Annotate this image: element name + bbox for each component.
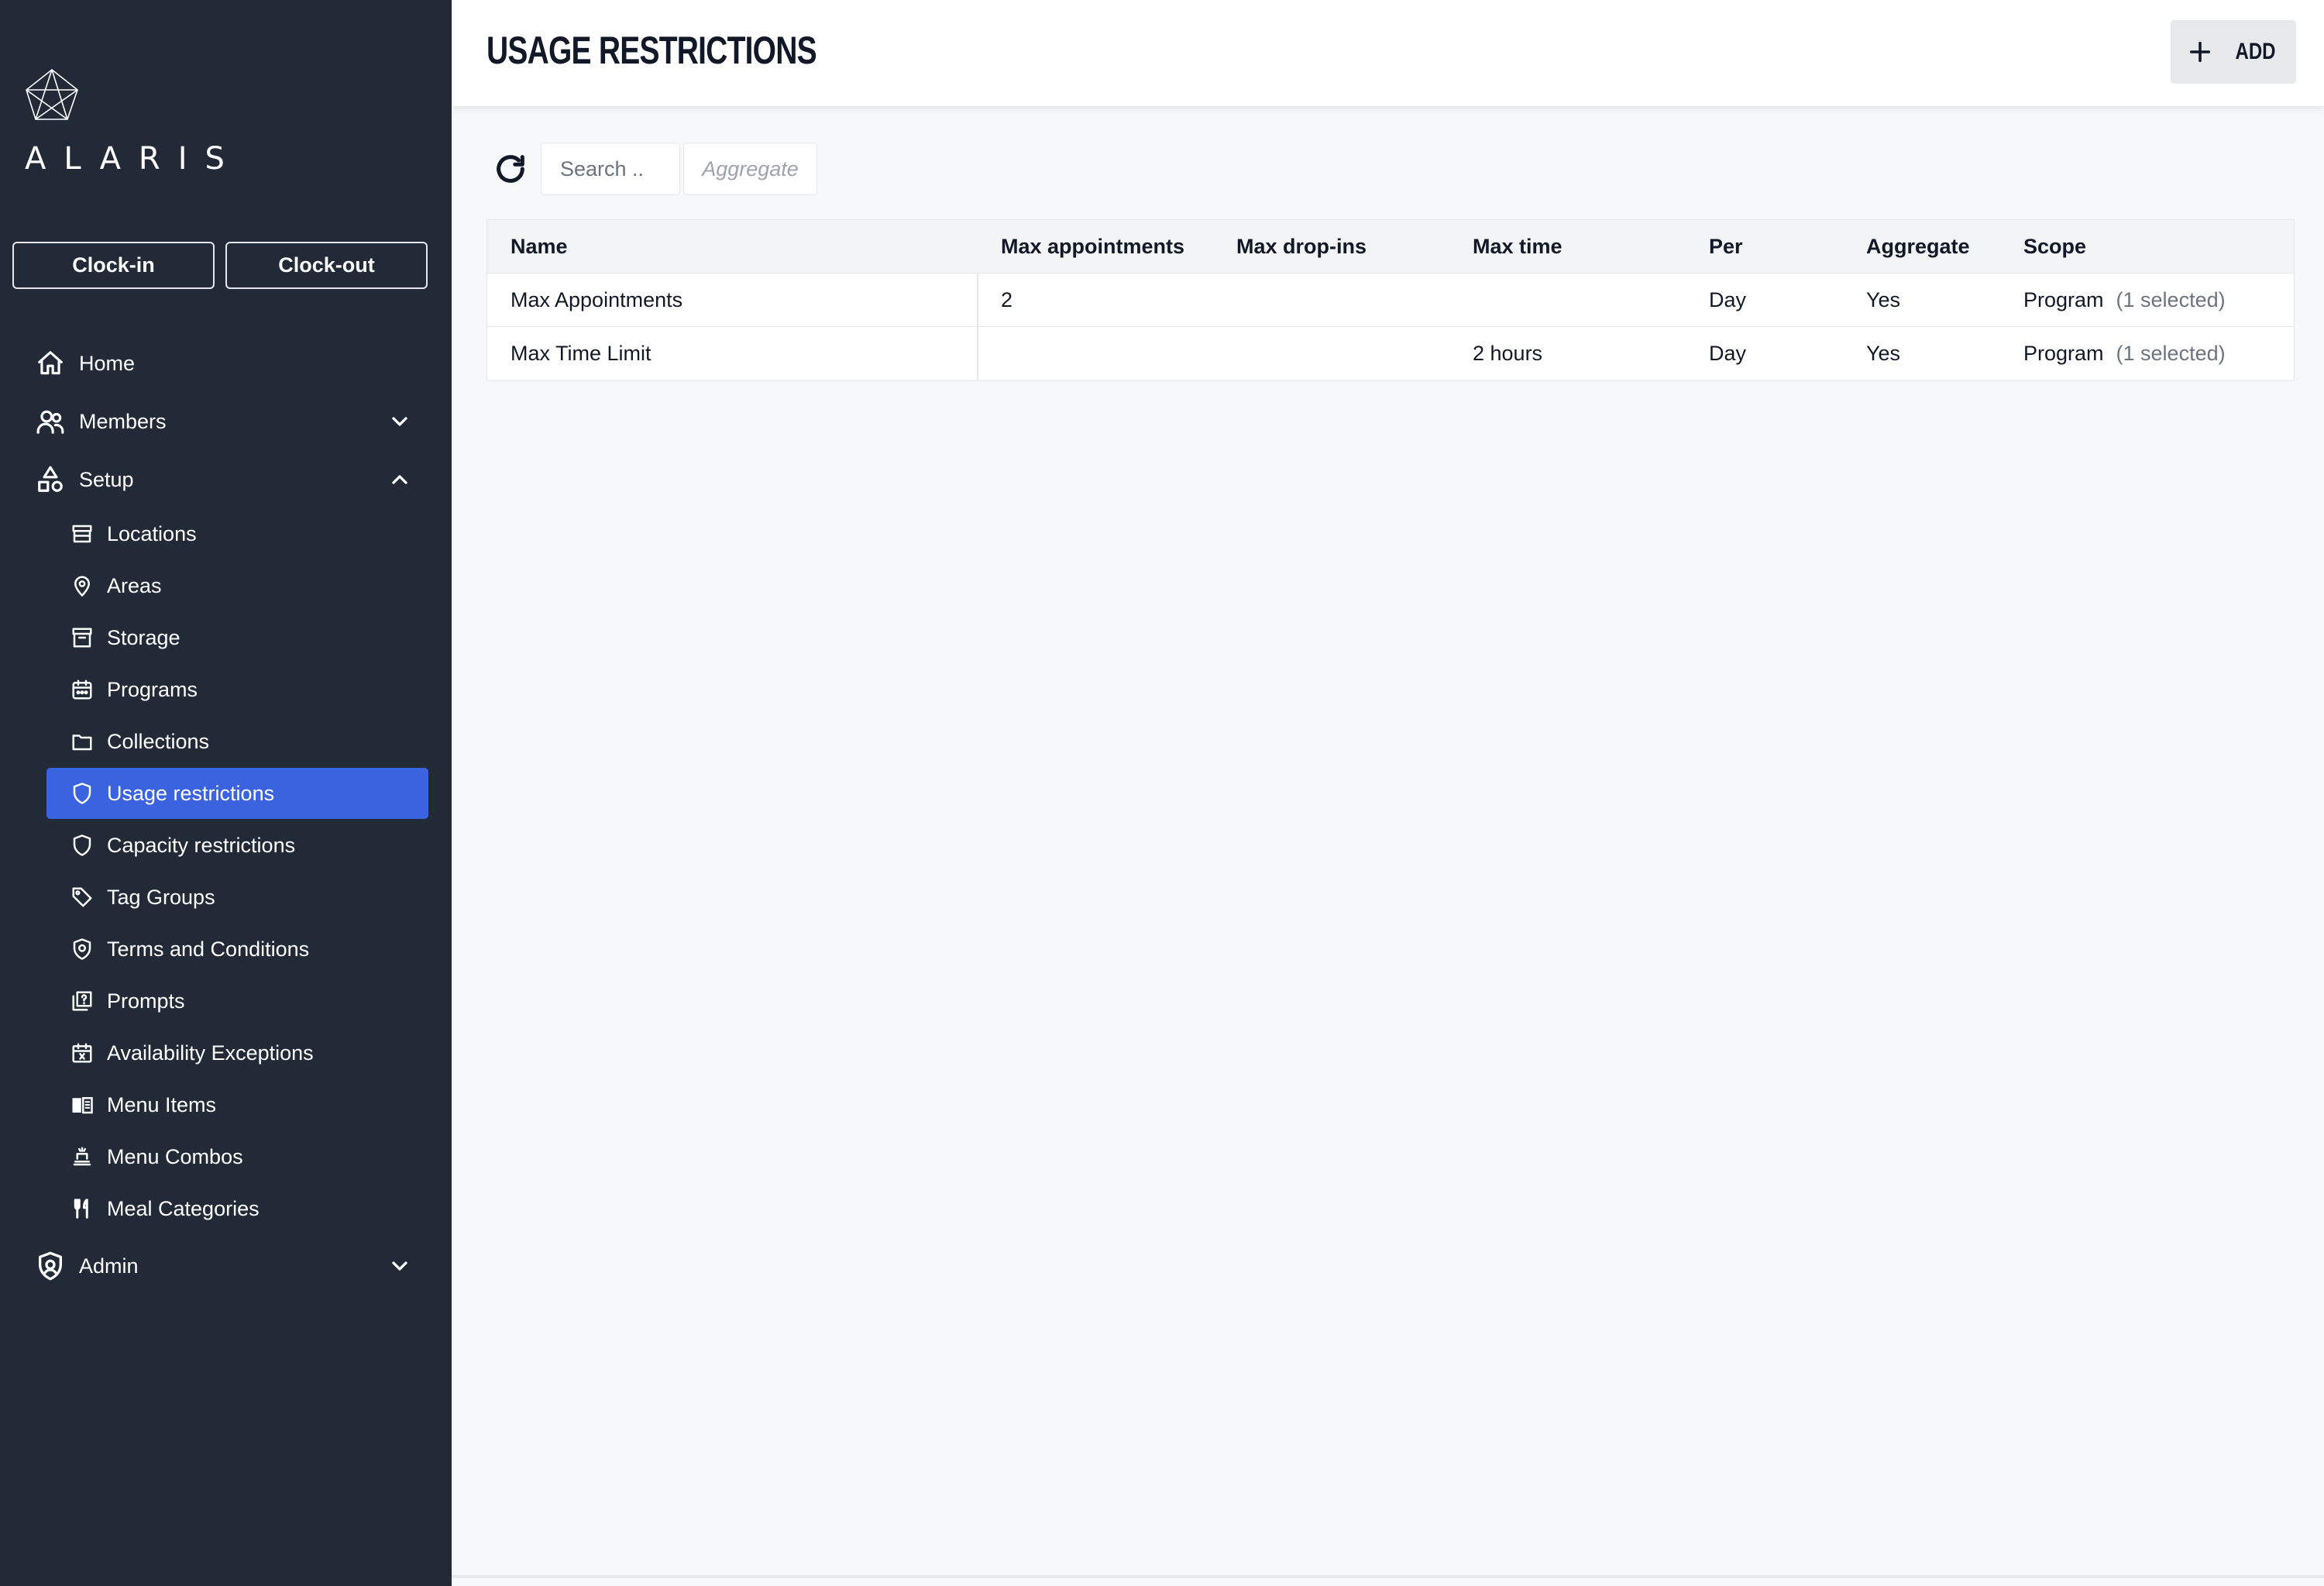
sidebar-item-label: Tag Groups bbox=[107, 885, 215, 909]
cell-per: Day bbox=[1709, 288, 1747, 311]
users-icon bbox=[34, 405, 67, 438]
cell-name: Max Appointments bbox=[511, 288, 683, 311]
cell-max-appointments: 2 bbox=[1001, 288, 1013, 311]
store-icon bbox=[70, 521, 95, 546]
nav-setup-label: Setup bbox=[79, 467, 134, 491]
sidebar-item-menu-items[interactable]: Menu Items bbox=[46, 1079, 428, 1130]
chevron-down-icon bbox=[392, 417, 407, 426]
sidebar-item-usage-restrictions[interactable]: Usage restrictions bbox=[46, 768, 428, 819]
nav-members[interactable]: Members bbox=[34, 398, 428, 445]
refresh-icon[interactable] bbox=[493, 151, 528, 187]
column-header-per[interactable]: Per bbox=[1709, 220, 1743, 274]
sidebar-item-collections[interactable]: Collections bbox=[46, 716, 428, 767]
aggregate-filter[interactable]: Aggregate bbox=[683, 143, 817, 195]
table-header-row: Name Max appointments Max drop-ins Max t… bbox=[487, 220, 2294, 274]
shield-icon bbox=[70, 833, 95, 858]
table-row[interactable]: Max Time Limit 2 hours Day Yes Program (… bbox=[487, 327, 2294, 380]
clock-out-button[interactable]: Clock-out bbox=[225, 242, 428, 289]
folder-icon bbox=[70, 729, 95, 754]
sidebar-item-label: Locations bbox=[107, 521, 197, 545]
sidebar: ALARIS Clock-in Clock-out Home Members S… bbox=[0, 0, 452, 1586]
plus-icon bbox=[2189, 41, 2210, 63]
shield-check-icon bbox=[70, 937, 95, 962]
admin-shield-icon bbox=[34, 1250, 67, 1282]
table-row[interactable]: Max Appointments 2 Day Yes Program (1 se… bbox=[487, 274, 2294, 327]
chevron-up-icon bbox=[392, 475, 407, 484]
archive-icon bbox=[70, 625, 95, 650]
tag-icon bbox=[70, 885, 95, 910]
page-header: USAGE RESTRICTIONS ADD bbox=[452, 0, 2324, 106]
chevron-down-icon bbox=[392, 1261, 407, 1271]
sidebar-item-label: Menu Combos bbox=[107, 1144, 243, 1168]
cell-aggregate: Yes bbox=[1866, 342, 1901, 365]
map-pin-icon bbox=[70, 573, 95, 598]
column-header-max-dropins[interactable]: Max drop-ins bbox=[1236, 220, 1367, 274]
bottom-divider bbox=[452, 1575, 2324, 1578]
cell-name: Max Time Limit bbox=[511, 342, 651, 365]
scope-value: Program bbox=[2023, 342, 2104, 365]
column-header-name[interactable]: Name bbox=[511, 220, 568, 274]
search-input[interactable] bbox=[541, 143, 680, 195]
logo-mark-icon bbox=[26, 68, 78, 120]
nav-home[interactable]: Home bbox=[34, 340, 428, 387]
sidebar-item-prompts[interactable]: Prompts bbox=[46, 975, 428, 1027]
prompt-icon bbox=[70, 989, 95, 1013]
sidebar-item-availability-exceptions[interactable]: Availability Exceptions bbox=[46, 1027, 428, 1079]
sidebar-item-label: Usage restrictions bbox=[107, 781, 275, 805]
cell-scope: Program (1 selected) bbox=[2023, 274, 2226, 327]
shapes-icon bbox=[34, 463, 67, 496]
sidebar-item-storage[interactable]: Storage bbox=[46, 612, 428, 663]
sidebar-item-terms-and-conditions[interactable]: Terms and Conditions bbox=[46, 924, 428, 975]
sidebar-item-label: Menu Items bbox=[107, 1092, 217, 1116]
sidebar-item-label: Collections bbox=[107, 729, 210, 753]
cell-max-time: 2 hours bbox=[1473, 342, 1543, 365]
clock-in-button[interactable]: Clock-in bbox=[12, 242, 215, 289]
scope-selected-count: (1 selected) bbox=[2116, 342, 2226, 365]
calendar-programs-icon bbox=[70, 677, 95, 702]
column-header-scope[interactable]: Scope bbox=[2023, 220, 2086, 274]
sidebar-item-label: Meal Categories bbox=[107, 1196, 260, 1220]
alaris-logo[interactable]: ALARIS bbox=[25, 68, 265, 177]
sidebar-item-capacity-restrictions[interactable]: Capacity restrictions bbox=[46, 820, 428, 871]
scope-selected-count: (1 selected) bbox=[2116, 288, 2226, 311]
usage-restrictions-table: Name Max appointments Max drop-ins Max t… bbox=[486, 219, 2295, 381]
add-button[interactable]: ADD bbox=[2171, 20, 2296, 84]
column-header-max-appointments[interactable]: Max appointments bbox=[1001, 220, 1184, 274]
sidebar-item-tag-groups[interactable]: Tag Groups bbox=[46, 872, 428, 923]
scope-value: Program bbox=[2023, 288, 2104, 311]
brand-name: ALARIS bbox=[25, 141, 242, 177]
menu-combo-icon bbox=[70, 1144, 95, 1169]
cell-scope: Program (1 selected) bbox=[2023, 327, 2226, 380]
cell-aggregate: Yes bbox=[1866, 288, 1901, 311]
shield-icon bbox=[70, 781, 95, 806]
sidebar-item-label: Programs bbox=[107, 677, 198, 701]
sidebar-item-menu-combos[interactable]: Menu Combos bbox=[46, 1131, 428, 1182]
sidebar-item-label: Prompts bbox=[107, 989, 185, 1013]
sidebar-item-programs[interactable]: Programs bbox=[46, 664, 428, 715]
page-title: USAGE RESTRICTIONS bbox=[486, 29, 817, 72]
nav-members-label: Members bbox=[79, 409, 167, 433]
sidebar-item-locations[interactable]: Locations bbox=[46, 508, 428, 559]
sidebar-item-label: Availability Exceptions bbox=[107, 1041, 314, 1065]
sidebar-item-label: Terms and Conditions bbox=[107, 937, 310, 961]
menu-book-icon bbox=[70, 1092, 95, 1117]
nav-admin-label: Admin bbox=[79, 1254, 139, 1278]
sidebar-item-label: Storage bbox=[107, 625, 180, 649]
sidebar-item-areas[interactable]: Areas bbox=[46, 560, 428, 611]
nav-home-label: Home bbox=[79, 351, 136, 375]
calendar-x-icon bbox=[70, 1041, 95, 1065]
cell-per: Day bbox=[1709, 342, 1747, 365]
sidebar-item-label: Capacity restrictions bbox=[107, 833, 296, 857]
utensils-icon bbox=[70, 1196, 95, 1221]
sidebar-item-label: Areas bbox=[107, 573, 162, 597]
nav-admin[interactable]: Admin bbox=[34, 1243, 428, 1289]
column-header-max-time[interactable]: Max time bbox=[1473, 220, 1563, 274]
home-icon bbox=[34, 347, 67, 380]
column-header-aggregate[interactable]: Aggregate bbox=[1866, 220, 1970, 274]
nav-setup[interactable]: Setup bbox=[34, 456, 428, 503]
add-button-label: ADD bbox=[2235, 39, 2275, 64]
sidebar-item-meal-categories[interactable]: Meal Categories bbox=[46, 1183, 428, 1234]
